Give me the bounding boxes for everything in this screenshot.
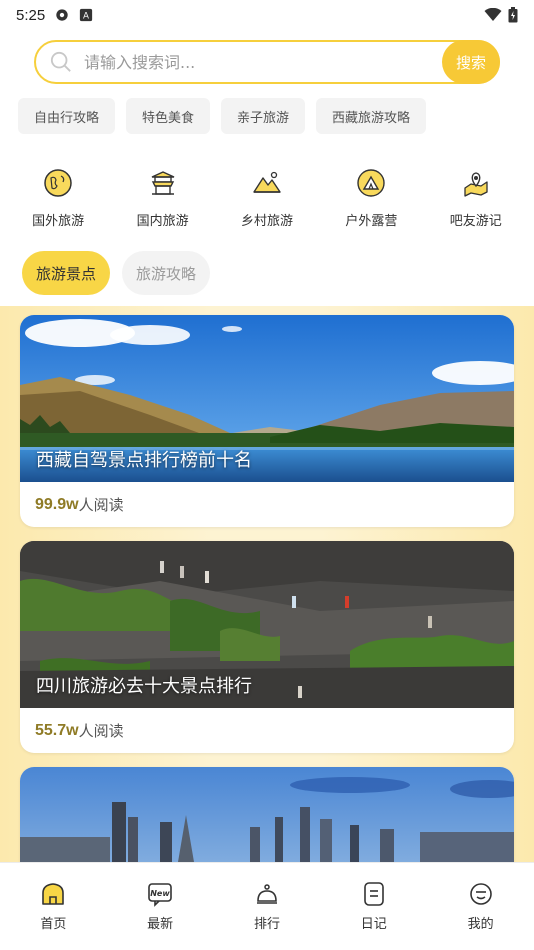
category-domestic-travel[interactable]: 国内旅游 <box>118 168 208 229</box>
category-outdoor-camping[interactable]: 户外露营 <box>326 168 416 229</box>
tent-icon <box>357 169 386 197</box>
ranking-icon <box>256 884 277 904</box>
nav-label: 排行 <box>253 917 280 932</box>
article-image: 西藏自驾景点排行榜前十名 <box>20 315 514 482</box>
nav-profile[interactable]: 我的 <box>446 881 516 950</box>
category-grid: 国外旅游 国内旅游 乡村旅游 户外露营 吧友游记 <box>0 168 534 229</box>
category-label: 国内旅游 <box>136 214 189 229</box>
home-icon <box>42 883 65 905</box>
search-bar: 搜索 <box>34 40 500 84</box>
tag-family-travel[interactable]: 亲子旅游 <box>221 98 306 134</box>
article-title: 西藏自驾景点排行榜前十名 <box>36 450 252 471</box>
nav-ranking[interactable]: 排行 <box>232 881 302 950</box>
article-card[interactable] <box>20 767 514 862</box>
status-time: 5:25 <box>16 6 46 24</box>
article-feed[interactable]: 西藏自驾景点排行榜前十名 99.9w 人阅读 四川旅游必去十大景点排行 55.7… <box>0 306 534 862</box>
temple-icon <box>151 171 174 195</box>
wifi-icon <box>484 8 502 21</box>
tab-scenic-spots[interactable]: 旅游景点 <box>22 251 111 295</box>
map-pin-icon <box>464 172 488 197</box>
search-input[interactable] <box>84 52 384 72</box>
svg-text:A: A <box>83 12 89 22</box>
article-image: 四川旅游必去十大景点排行 <box>20 541 514 708</box>
nav-latest[interactable]: New 最新 <box>125 881 195 950</box>
article-card[interactable]: 四川旅游必去十大景点排行 55.7w 人阅读 <box>20 541 514 753</box>
article-meta: 55.7w 人阅读 <box>20 708 514 753</box>
nav-label: 日记 <box>360 917 387 932</box>
quick-tags: 自由行攻略 特色美食 亲子旅游 西藏旅游攻略 <box>18 98 427 134</box>
tag-tibet-guide[interactable]: 西藏旅游攻略 <box>316 98 427 134</box>
nav-label: 我的 <box>467 917 494 932</box>
read-suffix: 人阅读 <box>78 722 124 740</box>
nav-label: 最新 <box>147 917 174 932</box>
svg-text:New: New <box>150 889 170 898</box>
category-label: 吧友游记 <box>449 214 502 229</box>
category-label: 乡村旅游 <box>240 214 293 229</box>
nav-diary[interactable]: 日记 <box>339 881 409 950</box>
category-user-travelogue[interactable]: 吧友游记 <box>431 168 521 229</box>
article-title: 四川旅游必去十大景点排行 <box>36 676 252 697</box>
search-icon <box>50 51 71 72</box>
category-foreign-travel[interactable]: 国外旅游 <box>13 168 103 229</box>
notification-a-icon: A <box>80 8 93 22</box>
settings-gear-icon <box>56 9 68 21</box>
article-meta: 99.9w 人阅读 <box>20 482 514 527</box>
tab-travel-guides[interactable]: 旅游攻略 <box>122 251 211 295</box>
nav-home[interactable]: 首页 <box>18 881 88 950</box>
diary-icon <box>363 882 384 906</box>
new-badge-icon: New <box>148 883 172 907</box>
globe-icon <box>44 169 72 197</box>
category-label: 国外旅游 <box>32 214 85 229</box>
search-button[interactable]: 搜索 <box>442 40 500 84</box>
read-suffix: 人阅读 <box>78 496 124 514</box>
nav-label: 首页 <box>40 917 67 932</box>
status-bar: 5:25 A <box>0 0 534 30</box>
content-tabs: 旅游景点 旅游攻略 <box>22 251 211 295</box>
article-image <box>20 767 514 862</box>
profile-icon <box>469 883 492 905</box>
read-count: 99.9w <box>35 495 79 513</box>
battery-icon <box>508 7 518 23</box>
mountain-icon <box>253 171 281 193</box>
tag-free-travel[interactable]: 自由行攻略 <box>18 98 116 134</box>
category-rural-travel[interactable]: 乡村旅游 <box>222 168 312 229</box>
article-card[interactable]: 西藏自驾景点排行榜前十名 99.9w 人阅读 <box>20 315 514 527</box>
bottom-nav: 首页 New 最新 排行 日记 我的 <box>0 862 534 950</box>
read-count: 55.7w <box>35 721 79 739</box>
category-label: 户外露营 <box>345 214 398 229</box>
tag-local-food[interactable]: 特色美食 <box>126 98 211 134</box>
